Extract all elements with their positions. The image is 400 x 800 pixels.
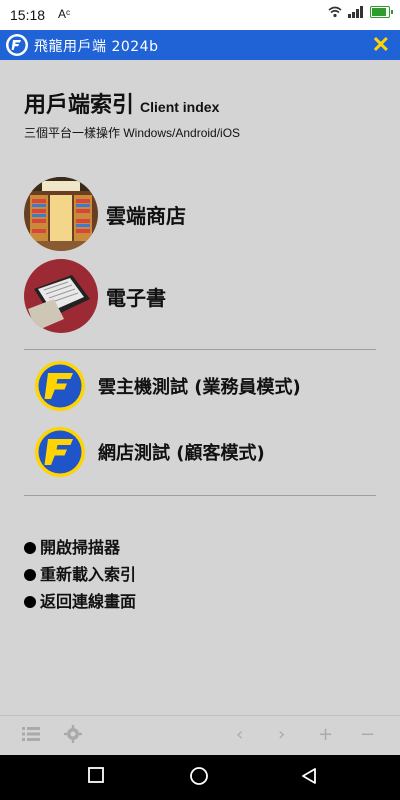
open-scanner-link[interactable]: 開啟掃描器	[24, 534, 136, 558]
app-logo-icon	[35, 427, 85, 477]
status-bar: 15:18 Aᶜ	[0, 0, 400, 30]
menu-item-ebook[interactable]: 電子書	[24, 258, 384, 334]
recents-icon[interactable]	[88, 767, 104, 783]
menu-item-shop-test[interactable]: 網店測試 (顧客模式)	[34, 423, 374, 481]
divider	[24, 495, 376, 496]
status-icons	[328, 6, 393, 18]
bottom-toolbar: ‹ › + −	[0, 715, 400, 756]
page-subtitle: 三個平台一樣操作 Windows/Android/iOS	[24, 126, 241, 140]
system-nav-bar	[0, 755, 400, 800]
menu-item-label: 電子書	[106, 285, 166, 310]
list-icon[interactable]	[22, 726, 40, 742]
divider	[24, 349, 376, 350]
bullet-icon	[24, 596, 36, 608]
app-title: 飛龍用戶端 2024b	[34, 39, 159, 55]
action-links: 開啟掃描器 重新載入索引 返回連線畫面	[24, 534, 136, 615]
status-extra: Aᶜ	[58, 7, 71, 21]
page-title-text: 用戶端索引	[24, 93, 135, 118]
menu-item-label: 雲端商店	[106, 203, 186, 228]
menu-item-label: 雲主機測試 (業務員模式)	[98, 377, 301, 398]
settings-icon[interactable]	[64, 725, 82, 743]
client-index-panel: 用戶端索引 Client index 三個平台一樣操作 Windows/Andro…	[0, 60, 400, 715]
link-label: 開啟掃描器	[40, 538, 121, 557]
back-icon[interactable]: ‹	[236, 724, 243, 745]
close-icon[interactable]: ✕	[372, 32, 390, 58]
page-title-sub: Client index	[140, 99, 220, 115]
reload-index-link[interactable]: 重新載入索引	[24, 561, 136, 585]
bullet-icon	[24, 542, 36, 554]
link-label: 重新載入索引	[40, 565, 137, 584]
menu-item-cloud-store[interactable]: 雲端商店	[24, 176, 384, 252]
app-logo-icon	[35, 361, 85, 411]
signal-icon	[348, 6, 363, 18]
page-title: 用戶端索引 Client index	[24, 87, 219, 119]
back-icon[interactable]	[300, 767, 318, 785]
zoom-in-icon[interactable]: +	[318, 724, 333, 745]
ebook-thumbnail	[24, 259, 98, 333]
return-connection-link[interactable]: 返回連線畫面	[24, 588, 136, 612]
link-label: 返回連線畫面	[40, 592, 137, 611]
app-logo-icon	[6, 34, 28, 56]
wifi-icon	[328, 6, 342, 18]
status-time: 15:18	[10, 7, 46, 23]
zoom-out-icon[interactable]: −	[360, 724, 375, 745]
menu-item-label: 網店測試 (顧客模式)	[98, 443, 265, 464]
app-bar: 飛龍用戶端 2024b ✕	[0, 30, 400, 60]
bullet-icon	[24, 569, 36, 581]
store-thumbnail	[24, 177, 98, 251]
home-icon[interactable]	[189, 766, 209, 786]
forward-icon[interactable]: ›	[278, 724, 285, 745]
battery-icon	[370, 6, 393, 18]
menu-item-cloud-host-test[interactable]: 雲主機測試 (業務員模式)	[34, 357, 374, 415]
